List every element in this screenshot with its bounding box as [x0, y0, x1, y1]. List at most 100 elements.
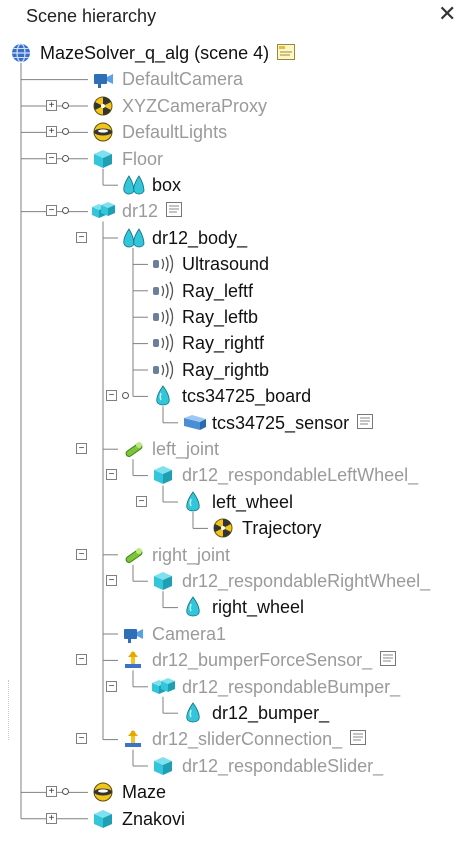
tree-item-label[interactable]: Trajectory — [242, 517, 321, 539]
tree-item[interactable]: DefaultCamera — [0, 66, 459, 92]
tree-item-label[interactable]: dr12_bumperForceSensor_ — [152, 649, 372, 671]
tree-item[interactable]: − dr12_sliderConnection_ — [0, 726, 459, 752]
cuboid-icon — [92, 808, 116, 830]
tree-item[interactable]: Ray_rightf — [0, 330, 459, 356]
tree-item-label[interactable]: dr12_body_ — [152, 227, 247, 249]
collapse-icon[interactable]: − — [46, 152, 57, 164]
tree-item-label[interactable]: Ultrasound — [182, 253, 269, 275]
shape-icon — [152, 385, 176, 407]
child-script-icon[interactable] — [357, 413, 373, 429]
tree-item[interactable]: − dr12_respondableRightWheel_ — [0, 568, 459, 594]
tree-item-label[interactable]: Znakovi — [122, 808, 185, 830]
tree-item-label[interactable]: Camera1 — [152, 623, 226, 645]
model-indicator-icon — [62, 128, 69, 136]
tree-item-label[interactable]: dr12_respondableLeftWheel_ — [182, 464, 418, 486]
tree-item-label[interactable]: dr12_respondableBumper_ — [182, 676, 400, 698]
expand-icon[interactable]: + — [46, 99, 57, 111]
tree-item-label[interactable]: Floor — [122, 148, 163, 170]
tree-item[interactable]: − dr12_body_ — [0, 225, 459, 251]
tree-item[interactable]: dr12_bumper_ — [0, 700, 459, 726]
tree-item[interactable]: − Floor — [0, 146, 459, 172]
tree-item-label[interactable]: dr12 — [122, 200, 158, 222]
expand-icon[interactable]: + — [46, 786, 57, 798]
expand-icon[interactable]: + — [46, 812, 57, 824]
tree-item[interactable]: Ray_leftf — [0, 278, 459, 304]
tree-item-label[interactable]: MazeSolver_q_alg (scene 4) — [40, 42, 269, 64]
tree-item[interactable]: − left_joint — [0, 436, 459, 462]
scene-script-icon[interactable] — [277, 44, 295, 60]
tree-item-label[interactable]: DefaultLights — [122, 121, 227, 143]
tree-item-label[interactable]: DefaultCamera — [122, 68, 243, 90]
light-icon — [92, 781, 116, 803]
collapse-icon[interactable]: − — [106, 469, 117, 481]
collapse-icon[interactable]: − — [76, 443, 87, 454]
joint-icon — [122, 544, 146, 566]
globe-icon — [10, 42, 34, 64]
camera-icon — [122, 623, 146, 645]
tree-item-label[interactable]: Ray_leftb — [182, 306, 258, 328]
shape-icon — [182, 596, 206, 618]
scene-hierarchy-panel: Scene hierarchy ✕ MazeSolver_q_alg (scen… — [0, 0, 459, 848]
collapse-icon[interactable]: − — [76, 548, 87, 560]
tree-item-label[interactable]: right_joint — [152, 544, 230, 566]
tree-item-label[interactable]: left_wheel — [212, 491, 293, 513]
tree-item[interactable]: − dr12_respondableBumper_ — [0, 674, 459, 700]
tree-item-label[interactable]: right_wheel — [212, 596, 304, 618]
tree-item[interactable]: − tcs34725_board — [0, 383, 459, 409]
tree-item-label[interactable]: XYZCameraProxy — [122, 95, 267, 117]
panel-splitter-handle[interactable] — [8, 680, 11, 740]
tree-item[interactable]: − right_joint — [0, 542, 459, 568]
tree-item[interactable]: − left_wheel — [0, 489, 459, 515]
tree-item[interactable]: − dr12_bumperForceSensor_ — [0, 647, 459, 673]
child-script-icon[interactable] — [380, 651, 396, 667]
shape-icon — [182, 702, 206, 724]
tree-item[interactable]: − dr12 — [0, 198, 459, 224]
collapse-icon[interactable]: − — [106, 680, 117, 692]
collapse-icon[interactable]: − — [136, 495, 147, 507]
tree-item[interactable]: + DefaultLights — [0, 119, 459, 145]
proximity-sensor-icon — [152, 280, 176, 302]
force-sensor-icon — [122, 649, 146, 671]
proximity-sensor-icon — [152, 253, 176, 275]
collapse-icon[interactable]: − — [76, 231, 87, 243]
tree-item[interactable]: + XYZCameraProxy — [0, 93, 459, 119]
tree-item-label[interactable]: Maze — [122, 781, 166, 803]
tree-item[interactable]: tcs34725_sensor — [0, 410, 459, 436]
tree-item[interactable]: Ultrasound — [0, 251, 459, 277]
tree-item-label[interactable]: dr12_respondableSlider_ — [182, 755, 383, 777]
tree-item[interactable]: Trajectory — [0, 515, 459, 541]
light-icon — [92, 121, 116, 143]
tree-item-label[interactable]: left_joint — [152, 438, 219, 460]
tree-item-label[interactable]: dr12_bumper_ — [212, 702, 329, 724]
tree-item[interactable]: right_wheel — [0, 594, 459, 620]
collapse-icon[interactable]: − — [106, 390, 117, 402]
tree-item[interactable]: box — [0, 172, 459, 198]
tree-item-label[interactable]: Ray_leftf — [182, 280, 253, 302]
tree-item-label[interactable]: dr12_sliderConnection_ — [152, 728, 342, 750]
shape-icon — [182, 491, 206, 513]
tree-item-label[interactable]: box — [152, 174, 181, 196]
child-script-icon[interactable] — [350, 730, 366, 746]
expand-icon[interactable]: + — [46, 126, 57, 138]
tree-item[interactable]: + Znakovi — [0, 806, 459, 832]
model-indicator-icon — [62, 788, 69, 796]
tree-item-label[interactable]: dr12_respondableRightWheel_ — [182, 570, 430, 592]
collapse-icon[interactable]: − — [46, 205, 57, 217]
tree-item[interactable]: Ray_rightb — [0, 357, 459, 383]
tree-item[interactable]: Ray_leftb — [0, 304, 459, 330]
tree-item[interactable]: MazeSolver_q_alg (scene 4) — [0, 40, 459, 66]
collapse-icon[interactable]: − — [76, 654, 87, 666]
tree-item-label[interactable]: tcs34725_sensor — [212, 412, 349, 434]
child-script-icon[interactable] — [166, 202, 182, 218]
tree-item[interactable]: Camera1 — [0, 621, 459, 647]
tree-item-label[interactable]: tcs34725_board — [182, 385, 311, 407]
tree-item[interactable]: + Maze — [0, 779, 459, 805]
tree-item-label[interactable]: Ray_rightf — [182, 332, 264, 354]
compound-cuboid-icon — [152, 676, 176, 698]
tree-item[interactable]: − dr12_respondableLeftWheel_ — [0, 462, 459, 488]
tree-item-label[interactable]: Ray_rightb — [182, 359, 269, 381]
collapse-icon[interactable]: − — [76, 733, 87, 745]
collapse-icon[interactable]: − — [106, 575, 117, 586]
tree-item[interactable]: dr12_respondableSlider_ — [0, 753, 459, 779]
proximity-sensor-icon — [152, 306, 176, 328]
